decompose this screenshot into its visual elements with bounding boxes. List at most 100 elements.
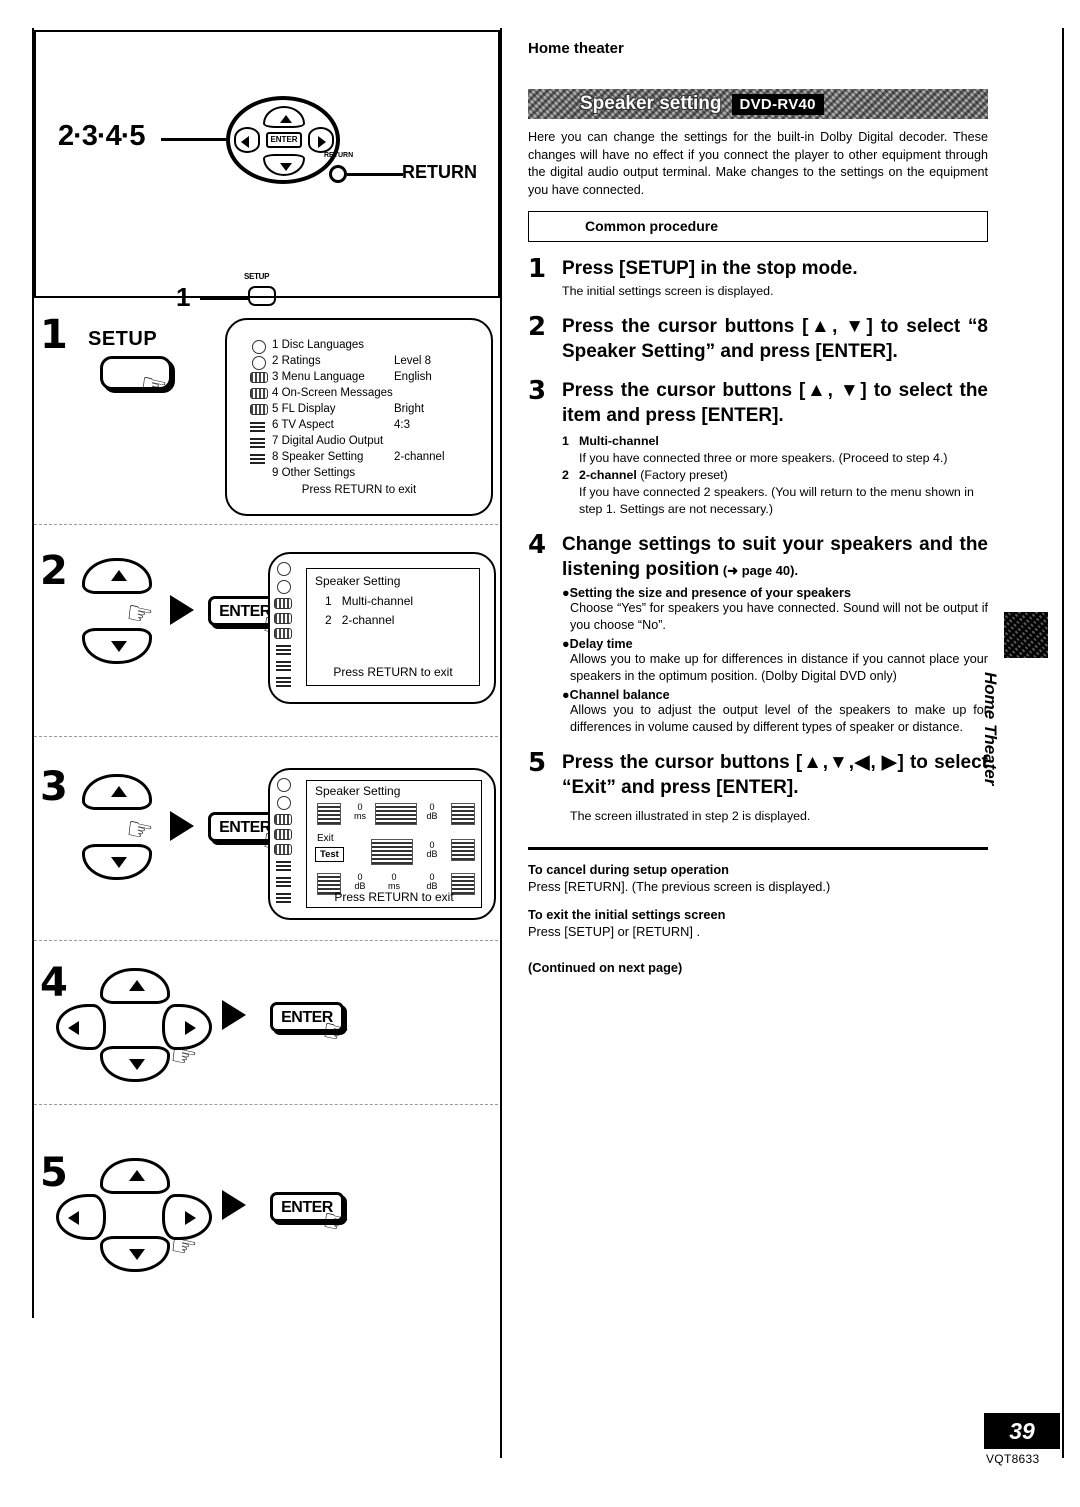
- step-number: 1: [528, 254, 547, 284]
- triangle-down-icon: [129, 1249, 145, 1260]
- menu-item[interactable]: 3 Menu Language English: [250, 369, 468, 385]
- speaker-icon: [250, 435, 267, 448]
- enter-button[interactable]: ENTER: [266, 132, 302, 148]
- tv-screen-speaker-layout: Speaker Setting 0 ms 0 dB Exit Test 0 dB: [268, 768, 496, 920]
- step-heading: Press the cursor buttons [▲, ▼] to selec…: [562, 380, 988, 426]
- bullet-heading: ●Setting the size and presence of your s…: [562, 586, 851, 600]
- triangle-up-icon: [111, 570, 127, 581]
- illustration-step-3-number: 3: [40, 764, 68, 810]
- menu-item-value: English: [394, 371, 432, 383]
- return-key-caption: RETURN: [324, 152, 354, 159]
- front-left-delay-value[interactable]: 0 ms: [347, 803, 373, 821]
- center-speaker-icon[interactable]: [375, 803, 417, 825]
- return-button[interactable]: [329, 165, 347, 183]
- triangle-up-icon: [111, 786, 127, 797]
- initial-settings-menu: 1 Disc Languages 2 Ratings Level 8 3 Menu L…: [236, 329, 482, 505]
- procedure-step-5: 5 Press the cursor buttons [▲,▼,◀, ▶] to…: [528, 750, 988, 825]
- disc-icon: [250, 339, 267, 354]
- setup-button[interactable]: [248, 286, 276, 306]
- menu-item[interactable]: 9 Other Settings: [250, 465, 468, 481]
- disc-icon: [277, 778, 291, 792]
- right-level-value[interactable]: 0 dB: [419, 841, 445, 859]
- note-heading-exit: To exit the initial settings screen: [528, 907, 726, 922]
- illustration-cursor-up-2[interactable]: [82, 558, 152, 594]
- test-button[interactable]: Test: [315, 847, 344, 862]
- center-level-value[interactable]: 0 dB: [419, 803, 445, 821]
- menu-item[interactable]: 4 On-Screen Messages: [250, 385, 468, 401]
- option-number: 1: [325, 594, 332, 608]
- cursor-down-button[interactable]: [263, 154, 305, 176]
- speaker-icon: [275, 875, 291, 887]
- continued-note: (Continued on next page): [528, 960, 683, 975]
- illustration-cursor-up-3[interactable]: [82, 774, 152, 810]
- menu-item[interactable]: 2 Ratings Level 8: [250, 353, 468, 370]
- bar-icon: [250, 403, 268, 415]
- cursor-pad[interactable]: ENTER: [226, 96, 340, 184]
- bar-icon: [274, 628, 292, 639]
- menu-item[interactable]: 1 Disc Languages: [250, 337, 468, 354]
- disc-icon: [252, 339, 266, 354]
- step-subtext: The initial settings screen is displayed…: [562, 284, 774, 298]
- bullet-heading: ●Delay time: [562, 637, 633, 651]
- hand-pointer-icon: ☞: [122, 595, 157, 634]
- speaker-setting-option-1[interactable]: 1 Multi-channel: [325, 594, 479, 608]
- document-code: VQT8633: [986, 1452, 1040, 1466]
- triangle-right-icon: [318, 136, 326, 148]
- bar-icon: [274, 598, 292, 609]
- initial-settings-footer: Press RETURN to exit: [301, 484, 417, 496]
- speaker-icon: [250, 451, 265, 464]
- menu-item[interactable]: 7 Digital Audio Output: [250, 433, 468, 449]
- bullet-title: Channel balance: [569, 688, 670, 702]
- speaker-setting-option-2[interactable]: 2 2-channel: [325, 613, 479, 627]
- side-right-speaker-icon[interactable]: [451, 839, 475, 861]
- note-text-cancel: Press [RETURN]. (The previous screen is …: [528, 879, 831, 894]
- cursor-right-button[interactable]: [308, 127, 334, 153]
- section-divider-2: [34, 736, 498, 737]
- model-badge: DVD-RV40: [731, 93, 824, 115]
- illustration-cursor-up-4[interactable]: [100, 968, 170, 1004]
- menu-item-value: Level 8: [394, 355, 432, 367]
- step-3-options: 1 Multi-channel If you have connected th…: [562, 433, 988, 518]
- illustration-cursor-up-5[interactable]: [100, 1158, 170, 1194]
- illustration-cursor-down-4[interactable]: [100, 1046, 170, 1082]
- leader-line-cursor: [161, 138, 228, 141]
- bullet-title: Delay time: [569, 637, 633, 651]
- page-number: 39: [984, 1413, 1060, 1449]
- speaker-setting-panel: Speaker Setting 1 Multi-channel 2 2-chan…: [306, 568, 480, 686]
- illustration-cursor-down-2[interactable]: [82, 628, 152, 664]
- illustration-cursor-left-5[interactable]: [56, 1194, 106, 1240]
- triangle-right-icon: [185, 1211, 196, 1225]
- section-divider-rule: [528, 847, 988, 850]
- option-text: If you have connected 2 speakers. (You w…: [579, 485, 974, 516]
- leader-line-return: [347, 173, 403, 176]
- menu-item-value: Bright: [394, 403, 425, 415]
- step-heading: Press the cursor buttons [▲,▼,◀, ▶] to s…: [562, 752, 988, 798]
- cursor-up-button[interactable]: [263, 106, 305, 128]
- note-text-exit: Press [SETUP] or [RETURN] .: [528, 924, 701, 939]
- bar-icon: [274, 829, 292, 840]
- content-column: Home theater Speaker setting DVD-RV40 He…: [528, 40, 988, 975]
- triangle-left-icon: [241, 136, 249, 148]
- surround-left-value[interactable]: 0 dB: [347, 873, 373, 891]
- menu-item[interactable]: 8 Speaker Setting 2-channel: [250, 449, 468, 465]
- disc-icon: [252, 355, 266, 370]
- illustration-cursor-left-4[interactable]: [56, 1004, 106, 1050]
- step-subtext: The screen illustrated in step 2 is disp…: [570, 809, 811, 823]
- hand-pointer-icon: ☞: [166, 1037, 201, 1076]
- speaker-setting-footer: Press RETURN to exit: [333, 665, 453, 679]
- surround-right-value[interactable]: 0 dB: [419, 873, 445, 891]
- illustration-cursor-down-3[interactable]: [82, 844, 152, 880]
- illustration-cursor-down-5[interactable]: [100, 1236, 170, 1272]
- cursor-left-button[interactable]: [234, 127, 260, 153]
- option-label: 2-channel: [341, 613, 395, 627]
- menu-item[interactable]: 5 FL Display Bright: [250, 401, 468, 417]
- front-left-speaker-icon[interactable]: [317, 803, 341, 825]
- menu-item[interactable]: 6 TV Aspect 4:3: [250, 417, 468, 433]
- speaker-setting-title: Speaker Setting: [315, 574, 401, 588]
- bar-icon: [250, 387, 268, 399]
- triangle-up-icon: [129, 980, 145, 991]
- speaker-icon: [275, 659, 291, 671]
- manual-page: 2·3·4·5 ENTER RETURN RETURN 1 SETUP 1 SE…: [0, 0, 1080, 1507]
- front-right-speaker-icon[interactable]: [451, 803, 475, 825]
- surround-delay-value[interactable]: 0 ms: [381, 873, 407, 891]
